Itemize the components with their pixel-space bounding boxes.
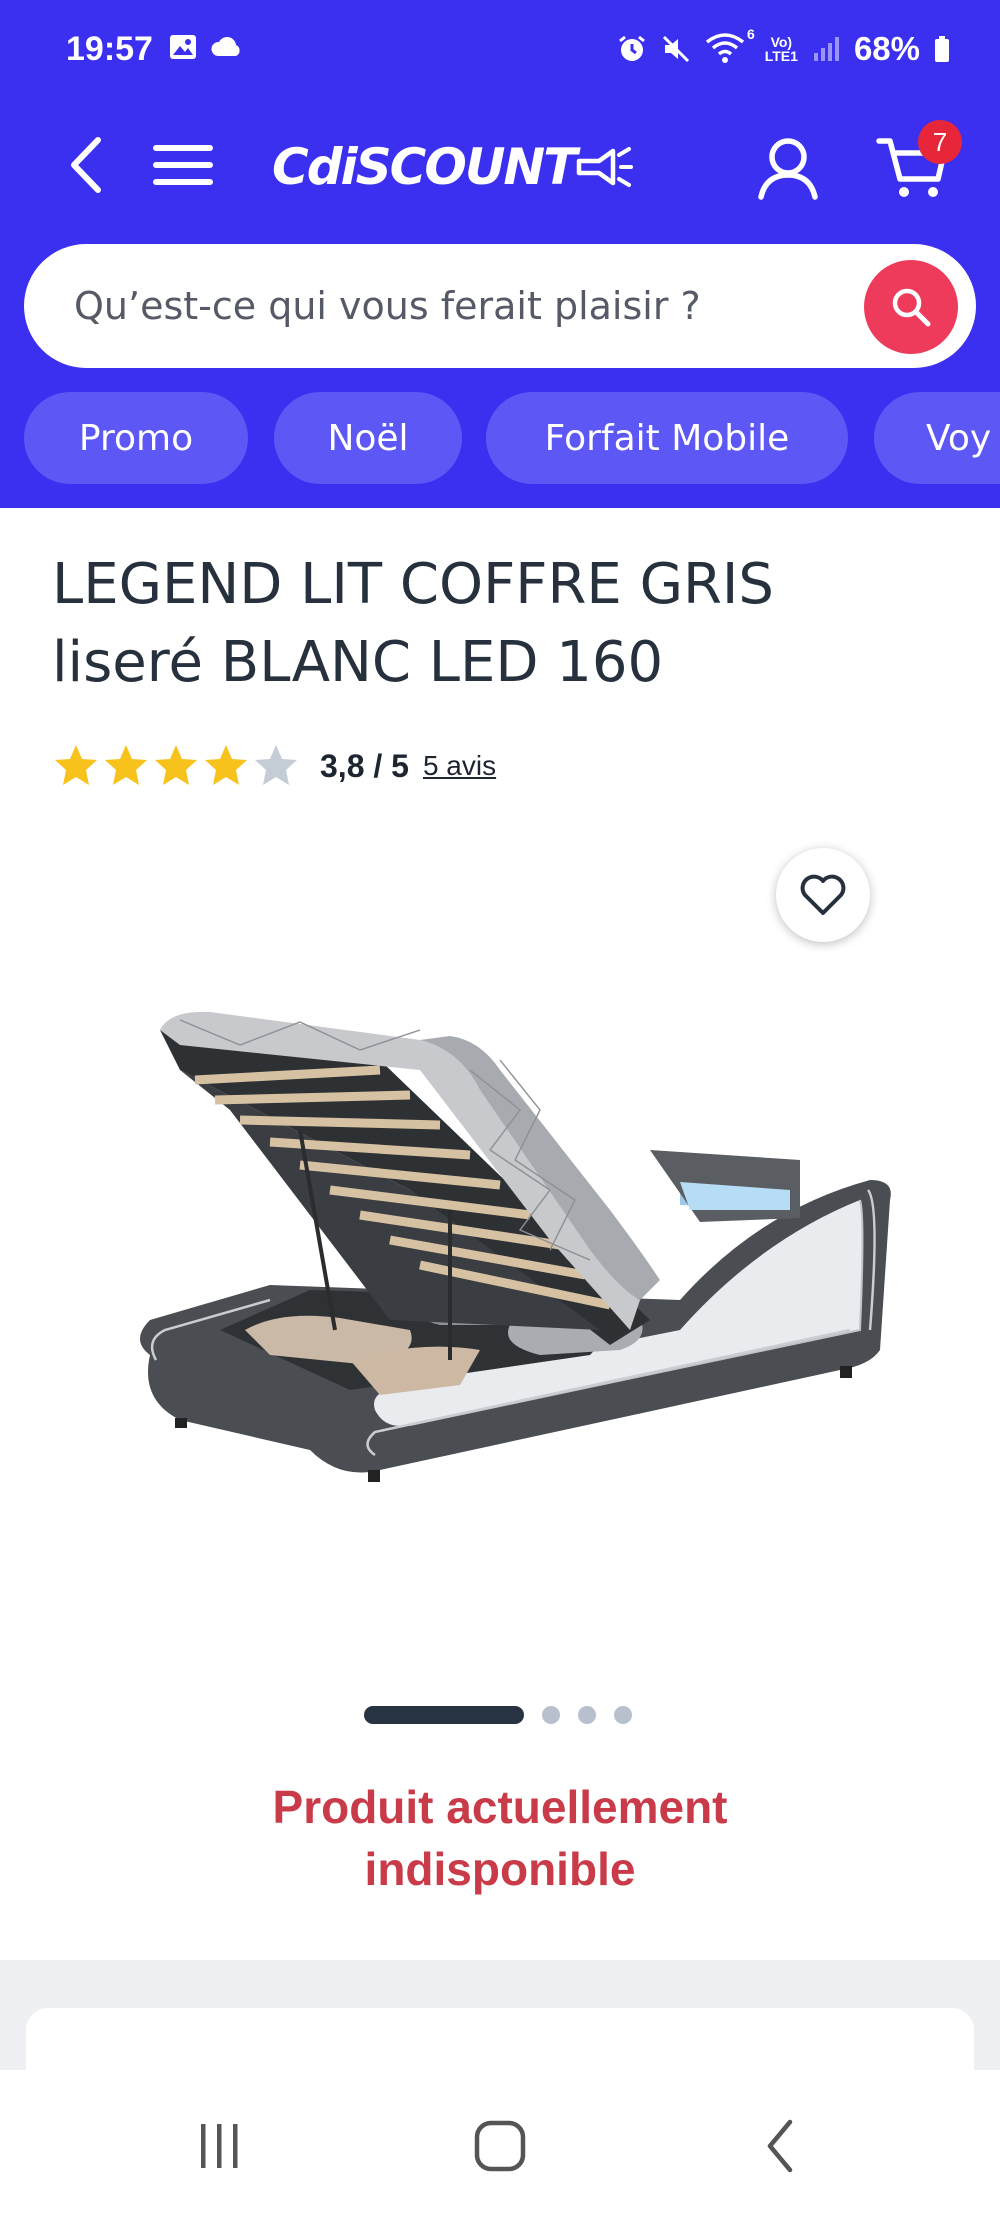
search-bar bbox=[24, 244, 976, 368]
user-icon bbox=[758, 138, 818, 200]
cdiscount-logo[interactable]: CdiSCOUNT bbox=[272, 138, 634, 196]
wifi-label: 6 bbox=[746, 26, 755, 42]
rating-score: 3,8 / 5 bbox=[320, 747, 409, 784]
star-empty-icon bbox=[255, 745, 297, 785]
chevron-left-icon bbox=[71, 137, 101, 193]
unavailable-notice: Produit actuellement indisponible bbox=[0, 1776, 1000, 1900]
rating-stars bbox=[52, 742, 300, 790]
status-bar: 19:57 6 Vo) LTE1 68% bbox=[0, 0, 1000, 100]
heart-icon bbox=[800, 874, 846, 915]
chip-noel[interactable]: Noël bbox=[274, 392, 462, 484]
star-filled-icon bbox=[105, 745, 147, 785]
system-back-button[interactable] bbox=[720, 2070, 840, 2222]
mute-icon bbox=[662, 35, 689, 63]
system-navigation-bar bbox=[0, 2070, 1000, 2222]
search-icon bbox=[892, 288, 931, 327]
wifi-icon: 6 bbox=[705, 26, 755, 66]
carousel-dot[interactable] bbox=[578, 1706, 596, 1724]
cart-count-badge: 7 bbox=[918, 120, 962, 164]
battery-percent: 68% bbox=[853, 30, 920, 67]
home-icon bbox=[474, 2120, 526, 2172]
star-filled-icon bbox=[55, 745, 97, 785]
menu-button[interactable] bbox=[148, 130, 218, 200]
product-title-line2: liseré BLANC LED 160 bbox=[52, 630, 664, 695]
chip-voyage[interactable]: Voy bbox=[874, 392, 1000, 484]
reviews-link[interactable]: 5 avis bbox=[423, 750, 496, 782]
gallery-notification-icon bbox=[170, 35, 196, 59]
product-title-line1: LEGEND LIT COFFRE GRIS bbox=[52, 552, 774, 617]
product-image[interactable] bbox=[120, 1000, 900, 1560]
chip-forfait-mobile[interactable]: Forfait Mobile bbox=[486, 392, 848, 484]
search-input[interactable] bbox=[74, 244, 854, 368]
back-button[interactable] bbox=[56, 130, 116, 200]
app-header: 19:57 6 Vo) LTE1 68% CdiSCOUNT 7 Qu’est-… bbox=[0, 0, 1000, 508]
network-label-top: Vo) bbox=[770, 34, 793, 50]
unavailable-line1: Produit actuellement bbox=[272, 1781, 728, 1833]
status-time: 19:57 bbox=[66, 30, 153, 68]
battery-icon bbox=[935, 36, 949, 62]
carousel-dot[interactable] bbox=[542, 1706, 560, 1724]
account-button[interactable] bbox=[748, 128, 828, 208]
favorite-button[interactable] bbox=[776, 848, 870, 942]
image-carousel-indicator bbox=[364, 1706, 632, 1724]
star-filled-icon bbox=[205, 745, 247, 785]
alarm-icon bbox=[618, 35, 645, 61]
signal-icon bbox=[813, 37, 839, 61]
logo-text: CdiSCOUNT bbox=[272, 138, 577, 196]
megaphone-icon bbox=[577, 147, 634, 187]
unavailable-line2: indisponible bbox=[364, 1843, 636, 1895]
cloud-icon bbox=[211, 37, 240, 56]
product-title: LEGEND LIT COFFRE GRIS liseré BLANC LED … bbox=[52, 546, 952, 702]
network-label-bottom: LTE1 bbox=[764, 48, 798, 64]
product-rating: 3,8 / 5 5 avis bbox=[52, 742, 496, 790]
star-filled-icon bbox=[155, 745, 197, 785]
home-button[interactable] bbox=[440, 2070, 560, 2222]
recent-apps-icon bbox=[201, 2124, 238, 2168]
chip-promo[interactable]: Promo bbox=[24, 392, 248, 484]
carousel-dot[interactable] bbox=[614, 1706, 632, 1724]
recent-apps-button[interactable] bbox=[160, 2070, 280, 2222]
volte-indicator: Vo) LTE1 bbox=[765, 35, 798, 63]
system-back-icon bbox=[767, 2119, 793, 2173]
hamburger-icon bbox=[153, 145, 213, 185]
top-navigation: CdiSCOUNT bbox=[0, 110, 1000, 220]
category-chips: Promo Noël Forfait Mobile Voy bbox=[24, 392, 1000, 484]
carousel-dot-active[interactable] bbox=[364, 1706, 524, 1724]
search-button[interactable] bbox=[864, 260, 958, 354]
